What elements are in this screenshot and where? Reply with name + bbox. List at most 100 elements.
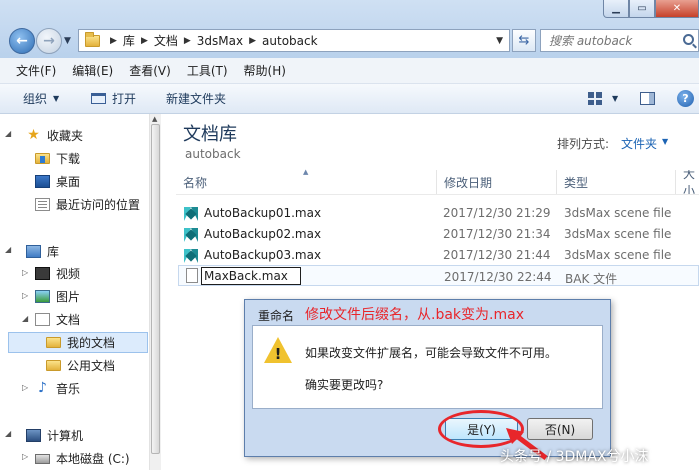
library-subtitle: autoback <box>185 147 241 161</box>
file-type: 3dsMax scene file <box>564 206 672 220</box>
file-date: 2017/12/30 21:34 <box>443 227 551 241</box>
blank-file-icon <box>186 268 198 283</box>
computer-icon <box>26 429 41 442</box>
column-header-size[interactable]: 大小 <box>683 170 699 194</box>
expand-arrow-icon[interactable]: ▷ <box>22 383 28 392</box>
folder-icon <box>85 31 100 47</box>
breadcrumb-separator[interactable]: ▶ <box>249 36 256 46</box>
help-icon[interactable]: ? <box>677 90 694 107</box>
scroll-up-icon[interactable]: ▲ <box>152 115 157 123</box>
organize-button[interactable]: 组织 ▼ <box>23 90 59 107</box>
column-header-name[interactable]: 名称 <box>183 170 437 194</box>
file-row[interactable]: AutoBackup02.max 2017/12/30 21:34 3dsMax… <box>178 224 699 245</box>
picture-library-icon <box>35 290 50 303</box>
breadcrumb-library[interactable]: 库 <box>123 32 135 49</box>
open-button[interactable]: 打开 <box>91 90 136 107</box>
breadcrumb-separator[interactable]: ▶ <box>110 36 117 46</box>
column-label: 名称 <box>183 175 208 190</box>
expand-arrow-icon[interactable]: ▷ <box>22 452 28 461</box>
nav-label: 收藏夹 <box>47 129 84 143</box>
open-label: 打开 <box>112 92 137 106</box>
nav-downloads[interactable]: 下载 <box>35 150 80 167</box>
scrollbar-thumb[interactable] <box>151 124 160 454</box>
nav-public-documents[interactable]: 公用文档 <box>46 357 115 374</box>
refresh-button[interactable]: ⇆ <box>512 29 536 52</box>
expand-arrow-icon[interactable]: ▷ <box>22 268 28 277</box>
nav-libraries[interactable]: 库 <box>26 243 59 260</box>
arrow-left-icon: ← <box>16 33 28 49</box>
desktop-icon <box>35 175 50 188</box>
expand-arrow-icon[interactable]: ▷ <box>22 291 28 300</box>
nav-favorites[interactable]: ★ 收藏夹 <box>26 127 83 144</box>
file-row-renaming[interactable]: 2017/12/30 22:44 BAK 文件 <box>178 265 699 286</box>
download-folder-icon <box>35 153 50 164</box>
menu-tools[interactable]: 工具(T) <box>187 62 228 79</box>
collapse-arrow-icon[interactable]: ◢ <box>5 245 11 254</box>
menu-file[interactable]: 文件(F) <box>16 62 56 79</box>
address-dropdown-icon[interactable]: ▼ <box>496 36 503 46</box>
disk-drive-icon <box>35 453 50 464</box>
collapse-arrow-icon[interactable]: ◢ <box>22 314 28 323</box>
breadcrumb-autoback[interactable]: autoback <box>262 34 318 48</box>
file-name: AutoBackup03.max <box>204 248 322 262</box>
file-date: 2017/12/30 21:44 <box>443 248 551 262</box>
file-row[interactable]: AutoBackup03.max 2017/12/30 21:44 3dsMax… <box>178 245 699 266</box>
column-header-type[interactable]: 类型 <box>564 170 676 194</box>
collapse-arrow-icon[interactable]: ◢ <box>5 129 11 138</box>
search-icon[interactable] <box>683 34 694 45</box>
breadcrumb-documents[interactable]: 文档 <box>154 32 178 49</box>
column-header-date[interactable]: 修改日期 <box>444 170 557 194</box>
column-label: 类型 <box>564 175 589 190</box>
nav-music[interactable]: ♪ 音乐 <box>35 380 80 397</box>
navigation-scrollbar[interactable]: ▲ <box>149 114 161 470</box>
address-bar[interactable]: ▶ 库 ▶ 文档 ▶ 3dsMax ▶ autoback ▼ <box>78 29 510 52</box>
folder-icon <box>46 360 61 371</box>
close-button[interactable]: ✕ <box>655 0 699 18</box>
menu-help[interactable]: 帮助(H) <box>244 62 286 79</box>
arrange-by-label: 排列方式: <box>557 137 610 151</box>
arrange-by-dropdown[interactable]: 文件夹 <box>621 135 657 152</box>
breadcrumb-separator[interactable]: ▶ <box>141 36 148 46</box>
recent-places-icon <box>35 198 50 211</box>
library-title: 文档库 <box>183 124 237 145</box>
chevron-down-icon: ▼ <box>53 94 60 103</box>
nav-computer[interactable]: 计算机 <box>26 427 83 444</box>
nav-my-documents[interactable]: 我的文档 <box>8 332 148 353</box>
maximize-button[interactable]: ▭ <box>629 0 655 18</box>
recent-pages-dropdown[interactable]: ▼ <box>64 36 71 46</box>
file-row[interactable]: AutoBackup01.max 2017/12/30 21:29 3dsMax… <box>178 203 699 224</box>
file-type: BAK 文件 <box>565 272 618 286</box>
breadcrumb-separator[interactable]: ▶ <box>184 36 191 46</box>
menu-edit[interactable]: 编辑(E) <box>72 62 113 79</box>
minimize-button[interactable]: ▁ <box>603 0 629 18</box>
new-folder-label: 新建文件夹 <box>166 92 227 106</box>
document-library-icon <box>35 313 50 326</box>
new-folder-button[interactable]: 新建文件夹 <box>166 90 226 107</box>
dialog-body <box>252 325 603 409</box>
nav-label: 下载 <box>56 152 81 166</box>
back-button[interactable]: ← <box>9 28 35 54</box>
view-options-icon[interactable] <box>588 92 602 105</box>
nav-label: 公用文档 <box>67 359 116 373</box>
view-dropdown-icon[interactable]: ▼ <box>612 94 618 103</box>
nav-documents[interactable]: 文档 <box>35 311 80 328</box>
breadcrumb-3dsmax[interactable]: 3dsMax <box>197 34 243 48</box>
nav-videos[interactable]: 视频 <box>35 265 80 282</box>
rename-input[interactable] <box>201 267 301 285</box>
menu-view[interactable]: 查看(V) <box>129 62 171 79</box>
library-icon <box>26 245 41 258</box>
search-box[interactable] <box>540 29 699 52</box>
nav-local-disk[interactable]: 本地磁盘 (C:) <box>35 450 130 467</box>
nav-desktop[interactable]: 桌面 <box>35 173 80 190</box>
nav-pictures[interactable]: 图片 <box>35 288 80 305</box>
collapse-arrow-icon[interactable]: ◢ <box>5 429 11 438</box>
window-icon <box>91 93 106 104</box>
title-bar: ▁ ▭ ✕ ← → ▼ ▶ 库 ▶ 文档 ▶ 3dsMax ▶ autoback… <box>0 0 699 58</box>
refresh-icon: ⇆ <box>518 33 530 48</box>
organize-label: 组织 <box>23 92 48 106</box>
nav-recent[interactable]: 最近访问的位置 <box>35 196 140 213</box>
forward-button[interactable]: → <box>36 28 62 54</box>
preview-pane-icon[interactable] <box>640 92 655 105</box>
search-input[interactable] <box>549 33 679 48</box>
chevron-down-icon[interactable]: ▼ <box>662 137 668 146</box>
